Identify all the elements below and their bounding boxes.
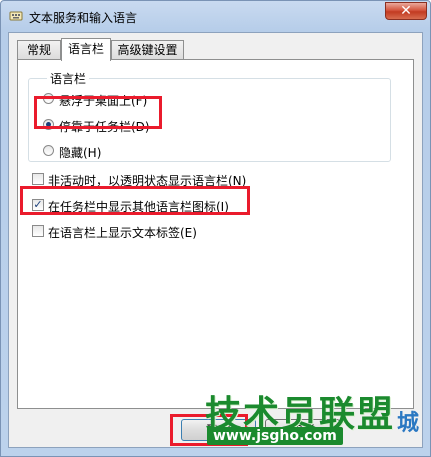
close-icon: ✕ xyxy=(400,3,412,19)
radio-button-selected[interactable] xyxy=(43,119,54,130)
radio-label: 停靠于任务栏(D) xyxy=(59,120,150,134)
tab-language-bar[interactable]: 语言栏 xyxy=(61,38,111,61)
language-bar-groupbox: 语言栏 悬浮于桌面上(F) 停靠于任务栏(D) 隐藏(H) xyxy=(28,70,391,162)
checkbox[interactable] xyxy=(32,173,44,185)
checkbox-transparent-when-inactive[interactable]: 非活动时，以透明状态显示语言栏(N) xyxy=(32,171,332,189)
language-bar-panel: 语言栏 悬浮于桌面上(F) 停靠于任务栏(D) 隐藏(H) 非活动时，以透明状态… xyxy=(17,59,414,409)
radio-float-on-desktop[interactable]: 悬浮于桌面上(F) xyxy=(43,91,243,109)
checkbox-label: 在任务栏中显示其他语言栏图标(I) xyxy=(48,200,229,214)
checkbox-label: 在语言栏上显示文本标签(E) xyxy=(48,226,197,240)
radio-hidden[interactable]: 隐藏(H) xyxy=(43,143,243,161)
radio-button[interactable] xyxy=(43,93,54,104)
radio-label: 隐藏(H) xyxy=(59,146,102,160)
tab-advanced-key-settings[interactable]: 高级键设置 xyxy=(111,40,184,59)
cancel-button[interactable]: 取消 xyxy=(265,419,340,441)
radio-button[interactable] xyxy=(43,145,54,156)
window-title: 文本服务和输入语言 xyxy=(29,11,138,25)
dialog-client-area: 常规 语言栏 高级键设置 语言栏 悬浮于桌面上(F) 停靠于任务栏(D) 隐藏(… xyxy=(8,32,423,448)
checkbox-checked[interactable]: ✓ xyxy=(32,199,44,211)
radio-docked-in-taskbar[interactable]: 停靠于任务栏(D) xyxy=(43,117,243,135)
ok-button[interactable]: 确定 xyxy=(181,419,256,441)
checkbox-label: 非活动时，以透明状态显示语言栏(N) xyxy=(48,174,247,188)
text-services-icon xyxy=(9,11,23,21)
checkbox-show-extra-icons-in-taskbar[interactable]: ✓ 在任务栏中显示其他语言栏图标(I) xyxy=(32,197,332,215)
title-bar[interactable]: 文本服务和输入语言 ✕ xyxy=(1,1,430,31)
tab-general[interactable]: 常规 xyxy=(17,40,61,59)
checkbox-show-text-labels[interactable]: 在语言栏上显示文本标签(E) xyxy=(32,223,332,241)
groupbox-label: 语言栏 xyxy=(47,70,90,87)
radio-label: 悬浮于桌面上(F) xyxy=(59,94,148,108)
checkbox[interactable] xyxy=(32,225,44,237)
close-button[interactable]: ✕ xyxy=(385,2,427,20)
dialog-window: 文本服务和输入语言 ✕ 常规 语言栏 高级键设置 语言栏 悬浮于桌面上(F) 停… xyxy=(0,0,431,457)
